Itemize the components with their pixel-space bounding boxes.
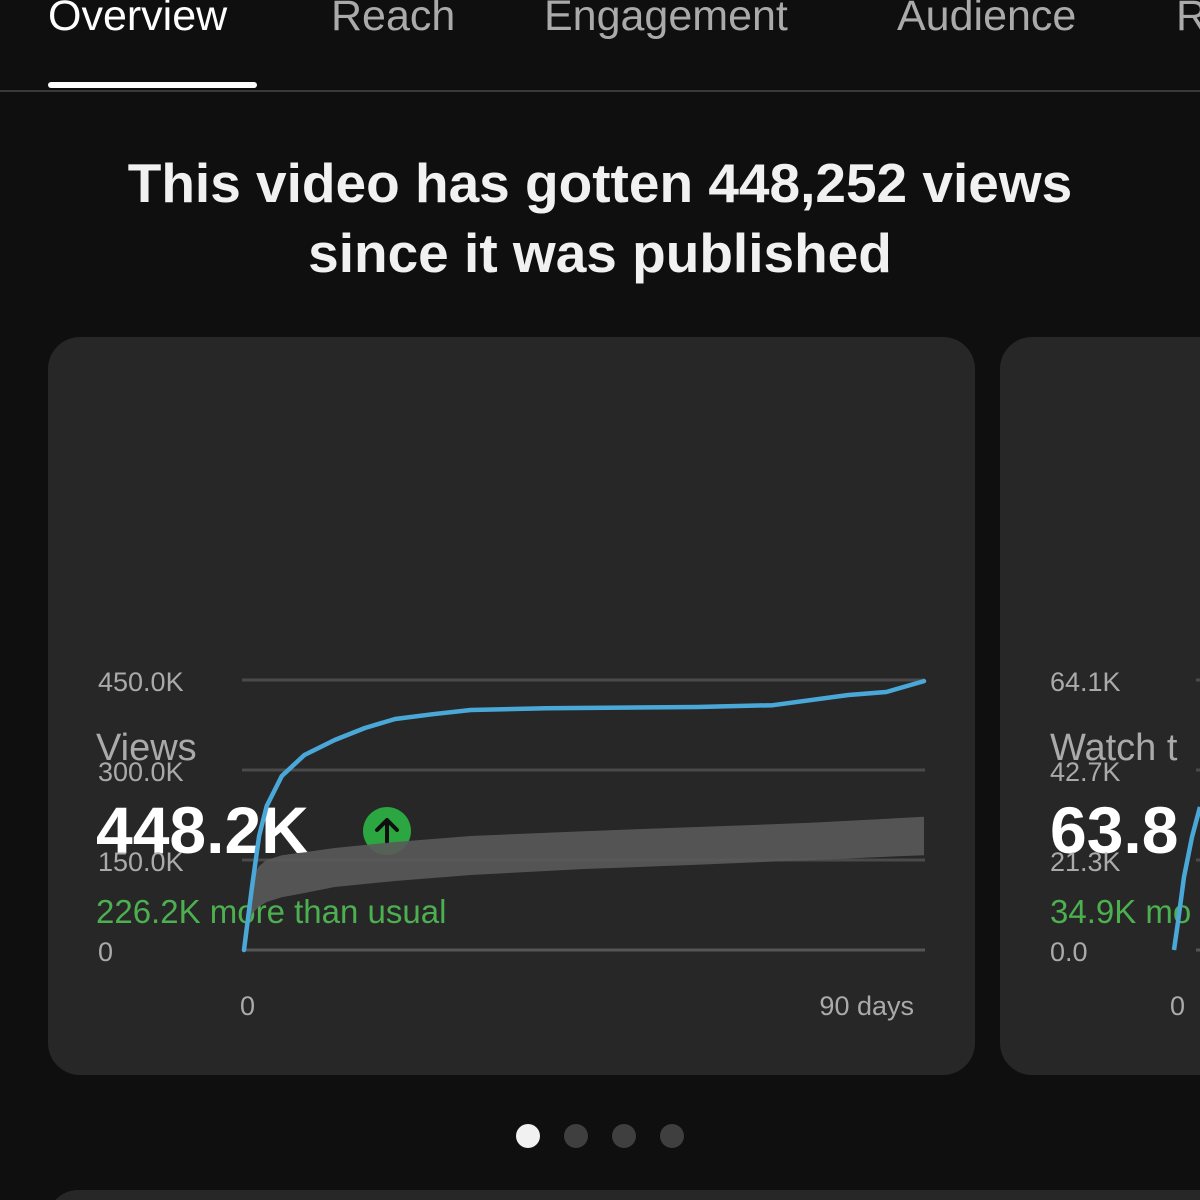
watch-time-series-line (1171, 806, 1200, 951)
y-tick-label: 150.0K (98, 847, 184, 877)
tab-audience[interactable]: Audience (897, 0, 1076, 41)
analytics-screen: Overview Reach Engagement Audience R Thi… (0, 0, 1200, 1200)
tab-engagement[interactable]: Engagement (544, 0, 788, 41)
y-tick-label: 0 (98, 937, 113, 967)
tab-overview[interactable]: Overview (48, 0, 227, 41)
headline-line-1: This video has gotten 448,252 views (127, 152, 1073, 214)
carousel-pagination (516, 1124, 696, 1148)
page-headline: This video has gotten 448,252 views sinc… (0, 148, 1200, 288)
y-tick-label: 21.3K (1050, 847, 1121, 877)
views-card[interactable]: Views 448.2K 226.2K more than usual 0 150… (48, 337, 975, 1075)
tab-reach[interactable]: Reach (331, 0, 455, 41)
active-tab-indicator (48, 82, 257, 88)
page-dot-4[interactable] (660, 1124, 684, 1148)
x-tick-label: 0 (1170, 991, 1185, 1021)
page-dot-2[interactable] (564, 1124, 588, 1148)
views-chart: 0 150.0K 300.0K 450.0K 0 90 days (98, 667, 927, 1021)
y-tick-label: 64.1K (1050, 667, 1121, 697)
headline-line-2: since it was published (308, 222, 892, 284)
tab-bar: Overview Reach Engagement Audience R (0, 0, 1200, 92)
typical-range-band (244, 816, 924, 950)
views-series-line (241, 678, 927, 953)
x-tick-label: 0 (240, 991, 255, 1021)
y-tick-label: 0.0 (1050, 937, 1088, 967)
next-section-card (48, 1190, 1200, 1200)
y-tick-label: 450.0K (98, 667, 184, 697)
watch-time-card[interactable]: Watch t 63.8 34.9K mo 0.0 21.3K 42.7K 64.1K… (1000, 337, 1200, 1075)
tab-research[interactable]: R (1176, 0, 1200, 41)
y-tick-label: 42.7K (1050, 757, 1121, 787)
y-tick-label: 300.0K (98, 757, 184, 787)
x-tick-label: 90 days (819, 991, 914, 1021)
page-dot-1[interactable] (516, 1124, 540, 1148)
page-dot-3[interactable] (612, 1124, 636, 1148)
watch-time-chart: 0.0 21.3K 42.7K 64.1K 0 (1050, 667, 1200, 1021)
